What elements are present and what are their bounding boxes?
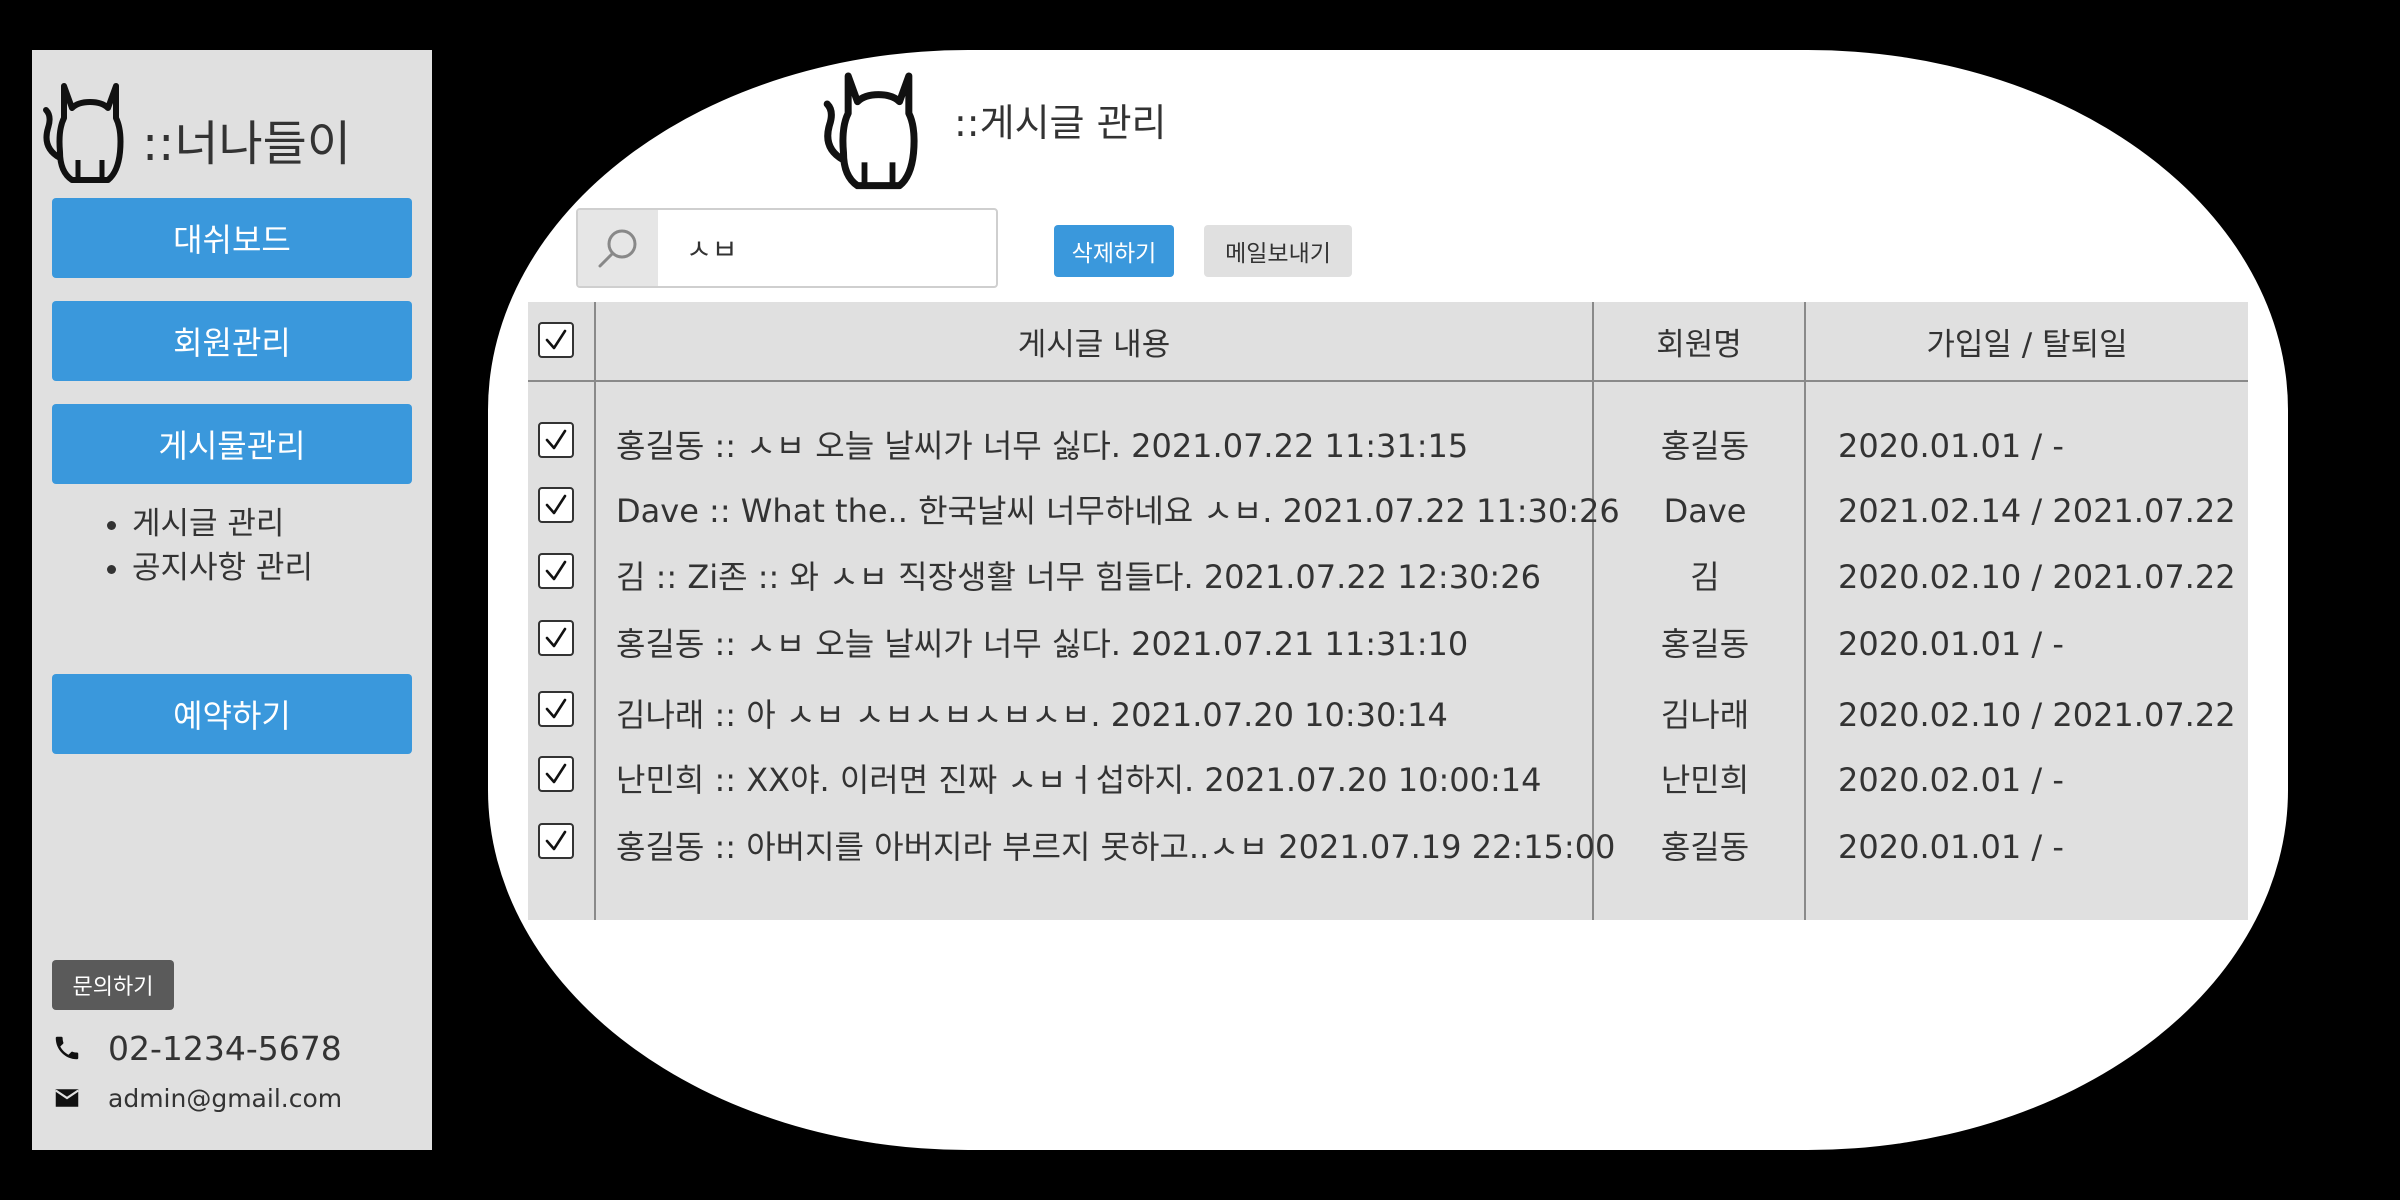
nav-members-button[interactable]: 회원관리 [52,301,412,381]
cat-logo-icon [823,72,918,190]
post-content: 홍길동 :: ㅅㅂ 오늘 날씨가 너무 싫다. 2021.07.21 11:31… [616,625,1469,663]
sidebar: ::너나들이 대쉬보드 회원관리 게시물관리 게시글 관리 공지사항 관리 예약… [32,50,432,1150]
brand[interactable]: ::너나들이 [42,68,422,188]
row-checkbox[interactable] [538,422,574,458]
checkbox-checked-icon [545,560,567,581]
main-panel: ::게시글 관리 삭제하기 메일보내기 게시글 내용 회원명 가입일 / 탈퇴일… [488,50,2288,1150]
page-title: ::게시글 관리 [954,101,1167,145]
member-name: Dave [1663,492,1747,530]
posts-submenu: 게시글 관리 공지사항 관리 [92,502,313,590]
join-leave-dates: 2020.02.01 / - [1838,761,2064,799]
cat-logo-icon [43,83,124,183]
checkbox-checked-icon [545,329,567,350]
member-name: 홍길동 [1660,427,1750,465]
column-header-member: 회원명 [1656,326,1742,363]
member-name: 김 [1690,558,1720,596]
post-content: Dave :: What the.. 한국날씨 너무하네요 ㅅㅂ. 2021.0… [616,492,1620,530]
contact-phone: 02-1234-5678 [52,1028,342,1068]
checkbox-checked-icon [545,830,567,851]
send-mail-button[interactable]: 메일보내기 [1204,225,1352,277]
search-box [576,208,998,288]
row-checkbox[interactable] [538,756,574,792]
submenu-item-post-management[interactable]: 게시글 관리 [132,502,313,546]
reserve-button[interactable]: 예약하기 [52,674,412,754]
phone-number: 02-1234-5678 [108,1028,342,1068]
contact-email: admin@gmail.com [52,1078,342,1118]
mail-icon [55,1089,79,1107]
posts-table: 게시글 내용 회원명 가입일 / 탈퇴일 홍길동 :: ㅅㅂ 오늘 날씨가 너무… [528,302,2248,920]
join-leave-dates: 2021.02.14 / 2021.07.22 [1838,492,2236,530]
row-checkbox[interactable] [538,620,574,656]
search-button[interactable] [578,210,658,286]
checkbox-checked-icon [545,494,567,515]
inquiry-button[interactable]: 문의하기 [52,960,174,1010]
select-all-checkbox[interactable] [538,322,574,358]
member-name: 홍길동 [1660,625,1750,663]
post-content: 김나래 :: 아 ㅅㅂ ㅅㅂㅅㅂㅅㅂㅅㅂ. 2021.07.20 10:30:1… [616,696,1448,734]
checkbox-checked-icon [545,429,567,450]
join-leave-dates: 2020.02.10 / 2021.07.22 [1838,696,2236,734]
delete-button[interactable]: 삭제하기 [1054,225,1174,277]
row-checkbox[interactable] [538,691,574,727]
brand-title: ::너나들이 [142,116,351,172]
row-checkbox[interactable] [538,487,574,523]
join-leave-dates: 2020.01.01 / - [1838,828,2064,866]
search-input[interactable] [660,210,990,286]
post-content: 홍길동 :: ㅅㅂ 오늘 날씨가 너무 싫다. 2021.07.22 11:31… [616,427,1469,465]
search-icon [598,229,637,268]
nav-posts-button[interactable]: 게시물관리 [52,404,412,484]
join-leave-dates: 2020.02.10 / 2021.07.22 [1838,558,2236,596]
checkbox-checked-icon [545,763,567,784]
row-checkbox[interactable] [538,823,574,859]
join-leave-dates: 2020.01.01 / - [1838,625,2064,663]
join-leave-dates: 2020.01.01 / - [1838,427,2064,465]
post-content: 김 :: Zi존 :: 와 ㅅㅂ 직장생활 너무 힘들다. 2021.07.22… [616,558,1541,596]
post-content: 난민희 :: XX야. 이러면 진짜 ㅅㅂㅓ섭하지. 2021.07.20 10… [616,761,1542,799]
member-name: 난민희 [1660,761,1750,799]
header-divider [528,380,2248,382]
member-name: 김나래 [1660,696,1750,734]
email-address[interactable]: admin@gmail.com [108,1084,342,1113]
submenu-item-notice-management[interactable]: 공지사항 관리 [132,546,313,590]
member-name: 홍길동 [1660,828,1750,866]
post-content: 홍길동 :: 아버지를 아버지라 부르지 못하고..ㅅㅂ 2021.07.19 … [616,828,1616,866]
row-checkbox[interactable] [538,553,574,589]
checkbox-checked-icon [545,698,567,719]
checkbox-checked-icon [545,627,567,648]
phone-icon [55,1036,79,1060]
column-header-dates: 가입일 / 탈퇴일 [1926,326,2128,363]
nav-dashboard-button[interactable]: 대쉬보드 [52,198,412,278]
column-header-content: 게시글 내용 [1017,326,1171,363]
column-divider [594,302,596,920]
